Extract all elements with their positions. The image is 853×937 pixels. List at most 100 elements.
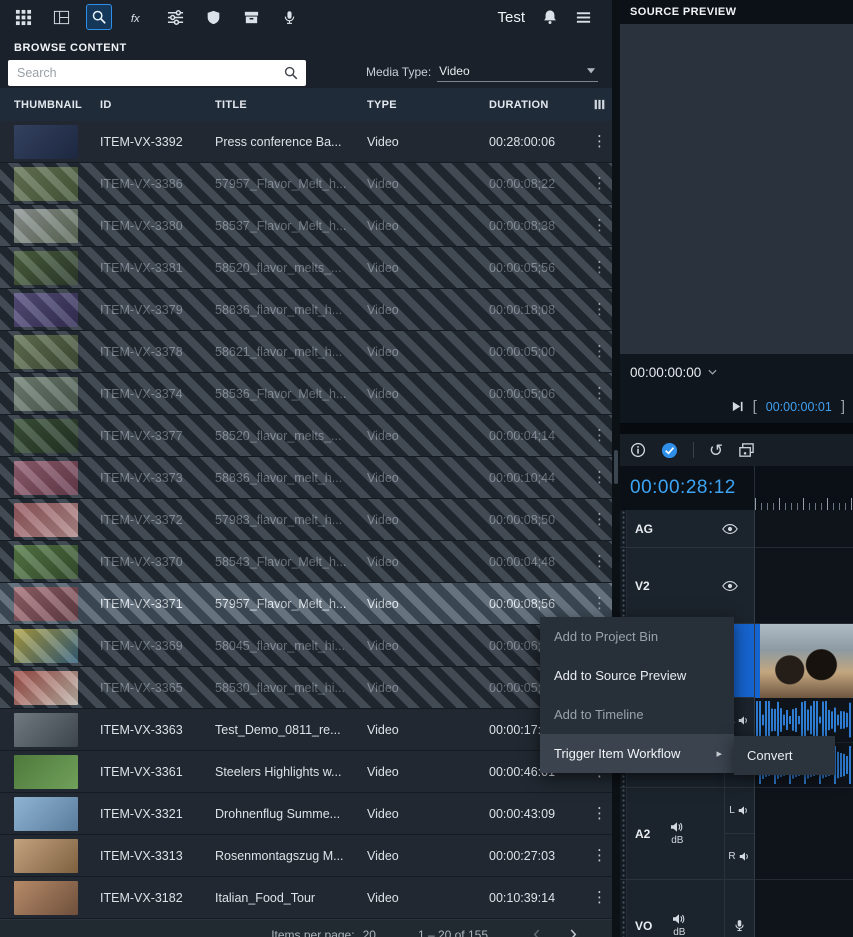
track-visibility-eye-icon[interactable]	[722, 581, 738, 591]
table-row[interactable]: ITEM-VX-337058543_Flavor_Melt_h...Video0…	[0, 541, 612, 583]
effects-icon[interactable]: fx	[124, 4, 150, 30]
row-actions-kebab-icon[interactable]: ⋮	[587, 552, 612, 571]
track-header-a2[interactable]: A2 dB L R	[620, 788, 755, 880]
context-menu-item[interactable]: Add to Project Bin	[540, 617, 734, 656]
track-drag-handle[interactable]	[620, 548, 627, 623]
row-actions-kebab-icon[interactable]: ⋮	[587, 510, 612, 529]
layers-add-icon[interactable]	[738, 442, 755, 459]
search-icon[interactable]	[283, 65, 299, 86]
track-drag-handle[interactable]	[620, 880, 627, 937]
row-actions-kebab-icon[interactable]: ⋮	[587, 258, 612, 277]
voiceover-mic-icon[interactable]	[725, 880, 754, 937]
row-actions-kebab-icon[interactable]: ⋮	[587, 384, 612, 403]
shield-icon[interactable]	[200, 4, 226, 30]
hamburger-menu-icon[interactable]	[575, 9, 592, 26]
table-row[interactable]: ITEM-VX-3392Press conference Ba...Video0…	[0, 121, 612, 163]
table-row[interactable]: ITEM-VX-337858621_flavor_melt_h...Video0…	[0, 331, 612, 373]
row-actions-kebab-icon[interactable]: ⋮	[587, 804, 612, 823]
channel-left[interactable]: L	[725, 788, 754, 834]
table-row[interactable]: ITEM-VX-337458536_Flavor_Melt_h...Video0…	[0, 373, 612, 415]
row-actions-kebab-icon[interactable]: ⋮	[587, 426, 612, 445]
table-row[interactable]: ITEM-VX-336958045_flavor_melt_hi...Video…	[0, 625, 612, 667]
context-menu-item[interactable]: Add to Timeline	[540, 695, 734, 734]
channel-right[interactable]: R	[725, 834, 754, 879]
track-lane-v2[interactable]	[755, 548, 853, 624]
user-label[interactable]: Test	[497, 9, 525, 26]
items-per-page-value[interactable]: 20	[363, 928, 376, 937]
track-header-ag[interactable]: AG	[620, 510, 755, 548]
context-menu-item[interactable]: Add to Source Preview	[540, 656, 734, 695]
table-row[interactable]: ITEM-VX-337958836_flavor_melt_h...Video0…	[0, 289, 612, 331]
row-actions-kebab-icon[interactable]: ⋮	[587, 216, 612, 235]
pagination-next-icon[interactable]	[559, 924, 588, 937]
table-row[interactable]: ITEM-VX-336558530_flavor_melt_hi...Video…	[0, 667, 612, 709]
track-audio-controls[interactable]: dB	[672, 913, 686, 937]
table-row[interactable]: ITEM-VX-337257983_flavor_melt_h...Video0…	[0, 499, 612, 541]
track-lane-vo[interactable]	[755, 880, 853, 937]
timeline-ruler[interactable]	[755, 466, 853, 510]
row-actions-kebab-icon[interactable]: ⋮	[587, 342, 612, 361]
archive-icon[interactable]	[238, 4, 264, 30]
row-actions-kebab-icon[interactable]: ⋮	[587, 174, 612, 193]
table-row[interactable]: ITEM-VX-3182Italian_Food_TourVideo00:10:…	[0, 877, 612, 919]
info-icon[interactable]	[630, 442, 646, 458]
splitter-handle[interactable]	[614, 450, 618, 484]
sliders-icon[interactable]	[162, 4, 188, 30]
row-id: ITEM-VX-3377	[100, 429, 215, 443]
track-visibility-eye-icon[interactable]	[722, 524, 738, 534]
mark-in-icon[interactable]: [	[753, 398, 757, 415]
row-type: Video	[367, 597, 489, 611]
track-audio-controls[interactable]: dB	[670, 821, 684, 846]
track-lane-ag[interactable]	[755, 510, 853, 548]
mic-icon[interactable]	[276, 4, 302, 30]
timecode-dropdown-icon[interactable]	[708, 369, 717, 375]
column-header-thumbnail[interactable]: THUMBNAIL	[0, 99, 100, 111]
table-row[interactable]: ITEM-VX-338158520_flavor_melts_...Video0…	[0, 247, 612, 289]
video-clip-thumbnail[interactable]	[755, 624, 853, 698]
row-actions-kebab-icon[interactable]: ⋮	[587, 468, 612, 487]
pagination-prev-icon[interactable]	[522, 924, 551, 937]
search-input[interactable]	[8, 66, 306, 80]
track-header-vo[interactable]: VO dB	[620, 880, 755, 937]
table-row[interactable]: ITEM-VX-3363Test_Demo_0811_re...Video00:…	[0, 709, 612, 751]
track-drag-handle[interactable]	[620, 510, 627, 547]
table-row[interactable]: ITEM-VX-337358836_flavor_melt_h...Video0…	[0, 457, 612, 499]
column-header-type[interactable]: TYPE	[367, 99, 489, 111]
row-actions-kebab-icon[interactable]: ⋮	[587, 846, 612, 865]
row-actions-kebab-icon[interactable]: ⋮	[587, 300, 612, 319]
table-row[interactable]: ITEM-VX-3361Steelers Highlights w...Vide…	[0, 751, 612, 793]
source-preview-video[interactable]	[620, 24, 853, 354]
table-row[interactable]: ITEM-VX-338657957_Flavor_Melt_h...Video0…	[0, 163, 612, 205]
check-circle-icon[interactable]	[661, 442, 678, 459]
row-id: ITEM-VX-3365	[100, 681, 215, 695]
table-row[interactable]: ITEM-VX-337157957_Flavor_Melt_h...Video0…	[0, 583, 612, 625]
toolbar-icon-group: fx	[10, 4, 302, 30]
undo-icon[interactable]: ↺	[709, 442, 723, 459]
search-box[interactable]	[8, 60, 306, 86]
notifications-bell-icon[interactable]	[542, 9, 558, 25]
table-row[interactable]: ITEM-VX-337758520_flavor_melts_...Video0…	[0, 415, 612, 457]
row-actions-kebab-icon[interactable]: ⋮	[587, 594, 612, 613]
track-header-v2[interactable]: V2	[620, 548, 755, 624]
track-lane-a2[interactable]	[755, 788, 853, 880]
track-drag-handle[interactable]	[620, 788, 627, 879]
table-row[interactable]: ITEM-VX-3321Drohnenflug Summe...Video00:…	[0, 793, 612, 835]
row-actions-kebab-icon[interactable]: ⋮	[587, 132, 612, 151]
column-header-title[interactable]: TITLE	[215, 99, 367, 111]
table-row[interactable]: ITEM-VX-3313Rosenmontagszug M...Video00:…	[0, 835, 612, 877]
row-actions-kebab-icon[interactable]: ⋮	[587, 888, 612, 907]
context-menu-item[interactable]: Trigger Item Workflow▸	[540, 734, 734, 773]
media-type-select[interactable]: Media Type: Video	[366, 64, 598, 82]
panels-icon[interactable]	[48, 4, 74, 30]
context-submenu-item[interactable]: Convert	[734, 736, 835, 775]
mark-out-icon[interactable]: ]	[841, 398, 845, 415]
go-to-end-icon[interactable]	[731, 400, 744, 413]
column-settings-icon[interactable]	[593, 98, 606, 111]
apps-icon[interactable]	[10, 4, 36, 30]
column-header-id[interactable]: ID	[100, 99, 215, 111]
column-header-duration[interactable]: DURATION	[489, 99, 587, 111]
panel-splitter[interactable]	[612, 0, 620, 937]
search-icon[interactable]	[86, 4, 112, 30]
row-title: 58621_flavor_melt_h...	[215, 345, 367, 359]
table-row[interactable]: ITEM-VX-338058537_Flavor_Melt_h...Video0…	[0, 205, 612, 247]
